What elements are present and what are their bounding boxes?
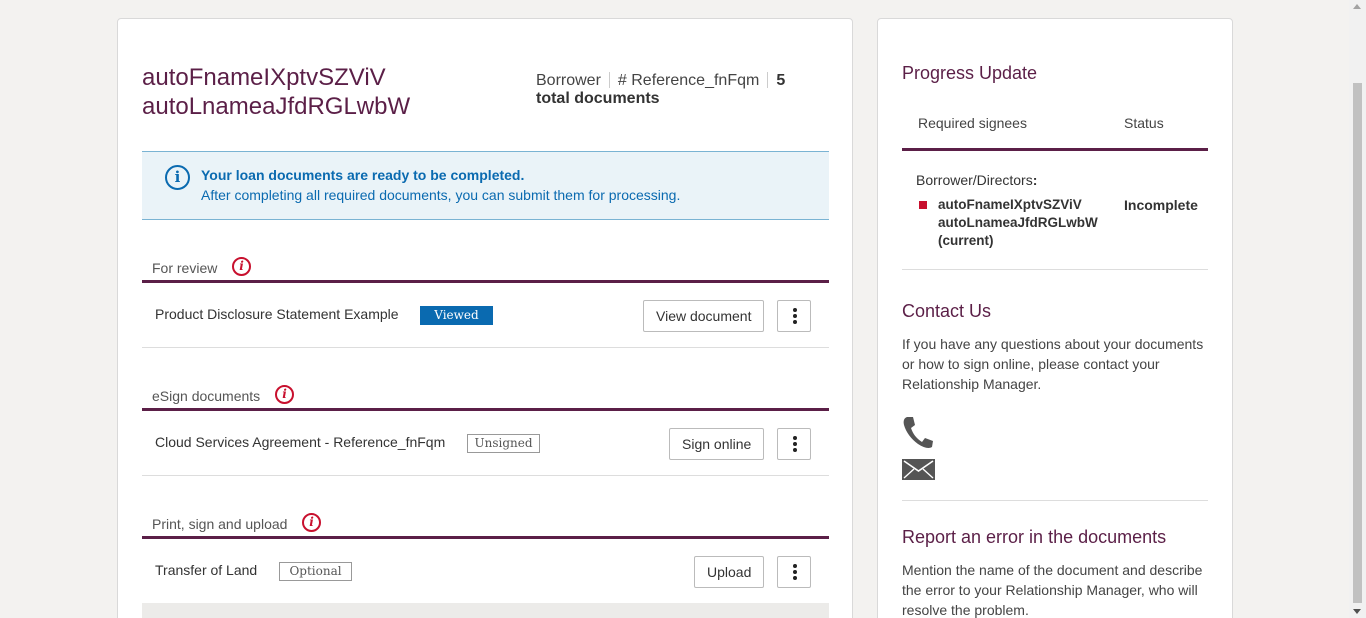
- section-esign: eSign documents i: [142, 369, 829, 411]
- applicant-last-name: autoLnameaJfdRGLwbW: [142, 93, 411, 120]
- incomplete-marker: [919, 201, 927, 209]
- section-label: Print, sign and upload: [152, 516, 288, 532]
- signee-first-name: autoFnameIXptvSZViV: [938, 197, 1082, 212]
- applicant-name: autoFnameIXptvSZViV autoLnameaJfdRGLwbW: [142, 63, 410, 121]
- role-label: Borrower: [536, 72, 601, 89]
- more-options-button[interactable]: [777, 300, 811, 332]
- view-document-button[interactable]: View document: [643, 300, 765, 332]
- col-signees: Required signees: [918, 115, 1027, 131]
- divider: [902, 500, 1208, 501]
- info-icon: i: [165, 165, 190, 190]
- kebab-dot: [793, 448, 797, 452]
- divider: [767, 72, 769, 88]
- section-label: For review: [152, 260, 218, 276]
- signee-status: Incomplete: [1124, 197, 1198, 213]
- kebab-dot: [793, 576, 797, 580]
- alert-body: After completing all required documents,…: [201, 187, 681, 203]
- kebab-dot: [793, 564, 797, 568]
- doc-count-label: total documents: [536, 90, 660, 107]
- kebab-dot: [793, 570, 797, 574]
- submit-strip: [142, 603, 829, 618]
- kebab-dot: [793, 320, 797, 324]
- kebab-dot: [793, 436, 797, 440]
- page-scrollbar[interactable]: [1349, 0, 1366, 618]
- col-status: Status: [1124, 115, 1164, 131]
- document-row: Product Disclosure Statement Example Vie…: [142, 283, 829, 348]
- alert-title: Your loan documents are ready to be comp…: [201, 167, 525, 183]
- contact-text: If you have any questions about your doc…: [902, 336, 1204, 392]
- group-label-text: Borrower/Directors: [916, 172, 1033, 188]
- progress-title: Progress Update: [902, 63, 1038, 83]
- status-badge: Unsigned: [467, 434, 540, 453]
- mail-icon[interactable]: [902, 459, 935, 480]
- phone-icon[interactable]: [902, 415, 934, 449]
- scroll-down-arrow-icon[interactable]: [1353, 609, 1361, 614]
- section-print-sign-upload: Print, sign and upload i: [142, 497, 829, 539]
- document-name: Transfer of Land: [155, 562, 258, 578]
- reference-label: # Reference_fnFqm: [617, 72, 760, 89]
- doc-count: 5: [776, 72, 786, 89]
- section-info-icon[interactable]: i: [275, 385, 294, 404]
- more-options-button[interactable]: [777, 428, 811, 460]
- report-title: Report an error in the documents: [902, 527, 1167, 547]
- divider: [608, 72, 610, 88]
- divider: [902, 269, 1208, 270]
- kebab-dot: [793, 308, 797, 312]
- group-label-colon: :: [1032, 172, 1038, 188]
- section-info-icon[interactable]: i: [302, 513, 321, 532]
- contact-title: Contact Us: [902, 301, 992, 321]
- signee-name: autoFnameIXptvSZViV autoLnameaJfdRGLwbW …: [938, 196, 1118, 250]
- applicant-first-name: autoFnameIXptvSZViV: [142, 64, 386, 91]
- signee-last-name: autoLnameaJfdRGLwbW: [938, 215, 1098, 230]
- ready-alert: i Your loan documents are ready to be co…: [142, 151, 829, 220]
- scroll-up-arrow-icon[interactable]: [1353, 4, 1361, 9]
- status-badge: Optional: [279, 562, 352, 581]
- document-name: Cloud Services Agreement - Reference_fnF…: [155, 434, 446, 450]
- kebab-dot: [793, 442, 797, 446]
- kebab-dot: [793, 314, 797, 318]
- status-badge: Viewed: [420, 306, 493, 325]
- document-name: Product Disclosure Statement Example: [155, 306, 399, 322]
- sign-online-button[interactable]: Sign online: [669, 428, 765, 460]
- document-row: Transfer of Land Optional Upload: [142, 539, 829, 604]
- sidebar-card: Progress Update Required signees Status …: [877, 18, 1233, 618]
- signee-group-label: Borrower/Directors:: [916, 172, 1037, 188]
- section-for-review: For review i: [142, 241, 829, 283]
- loan-meta: Borrower # Reference_fnFqm 5 total documen…: [536, 72, 816, 108]
- document-row: Cloud Services Agreement - Reference_fnF…: [142, 411, 829, 476]
- scroll-thumb[interactable]: [1353, 83, 1362, 603]
- upload-button[interactable]: Upload: [694, 556, 765, 588]
- more-options-button[interactable]: [777, 556, 811, 588]
- report-text: Mention the name of the document and des…: [902, 562, 1203, 618]
- documents-card: autoFnameIXptvSZViV autoLnameaJfdRGLwbW …: [117, 18, 853, 618]
- section-label: eSign documents: [152, 388, 261, 404]
- signees-table-header: Required signees Status: [902, 103, 1208, 151]
- section-info-icon[interactable]: i: [232, 257, 251, 276]
- signee-current-tag: (current): [938, 233, 994, 248]
